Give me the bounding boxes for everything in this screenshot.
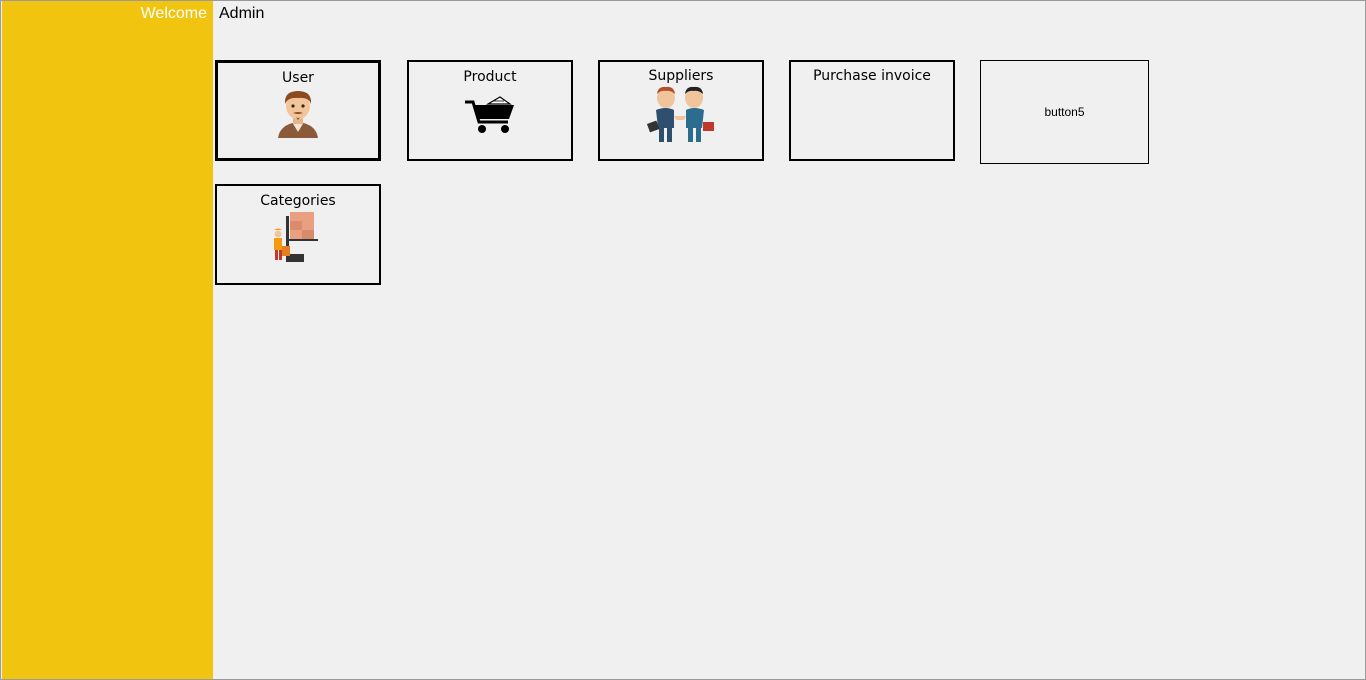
suppliers-button-label: Suppliers [648,68,714,84]
button5[interactable]: button5 [980,60,1149,164]
username-label: Admin [219,5,265,22]
shopping-cart-icon [465,96,514,133]
purchase-invoice-button[interactable]: Purchase invoice [789,60,955,161]
sidebar: Welcome [2,1,213,679]
handshake-people-icon [646,86,714,142]
purchase-invoice-button-label: Purchase invoice [813,68,931,84]
product-button[interactable]: Product [407,60,573,161]
user-button[interactable]: User [215,60,381,161]
suppliers-button[interactable]: Suppliers [598,60,764,161]
categories-button[interactable]: Categories [215,184,381,285]
button5-label: button5 [1044,105,1085,119]
user-button-label: User [282,70,314,86]
welcome-label: Welcome [140,5,207,22]
product-button-label: Product [463,69,517,85]
categories-button-label: Categories [260,193,336,209]
user-avatar-icon [278,91,318,138]
main-window: Welcome Admin User Product Suppliers Pur… [0,0,1366,680]
warehouse-forklift-icon [274,212,318,262]
